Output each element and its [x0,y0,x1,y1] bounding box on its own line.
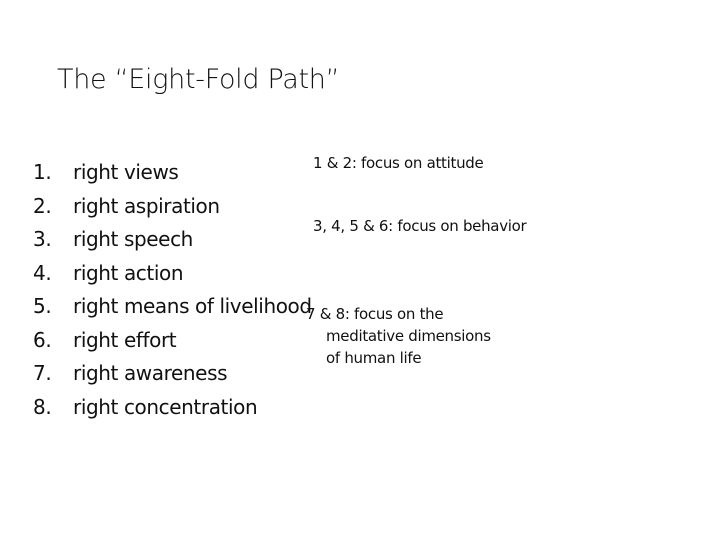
item-number: 3. [33,227,52,251]
item-text: right speech [73,227,193,251]
item-number: 1. [33,160,52,184]
item-text: right concentration [73,394,258,419]
note-meditative-line1: 7 & 8: focus on the [306,305,444,323]
note-meditative-line2: meditative dimensions [326,327,491,345]
item-number: 2. [33,193,52,218]
slide-title: The “Eight-Fold Path” [57,64,340,95]
item-number: 6. [33,327,52,352]
item-text: right action [73,260,184,285]
item-number: 5. [33,294,52,318]
note-meditative-line3: of human life [326,349,422,367]
note-meditative: 7 & 8: focus on the meditative dimension… [306,303,491,369]
item-number: 7. [33,361,52,385]
item-text: right aspiration [73,193,220,218]
item-number: 8. [33,394,52,419]
item-text: right awareness [73,361,228,385]
item-number: 4. [33,260,52,285]
item-text: right means of livelihood [73,294,312,318]
note-attitude: 1 & 2: focus on attitude [313,154,484,172]
note-behavior: 3, 4, 5 & 6: focus on behavior [313,217,527,235]
item-text: right views [73,160,179,184]
item-text: right effort [73,327,177,352]
